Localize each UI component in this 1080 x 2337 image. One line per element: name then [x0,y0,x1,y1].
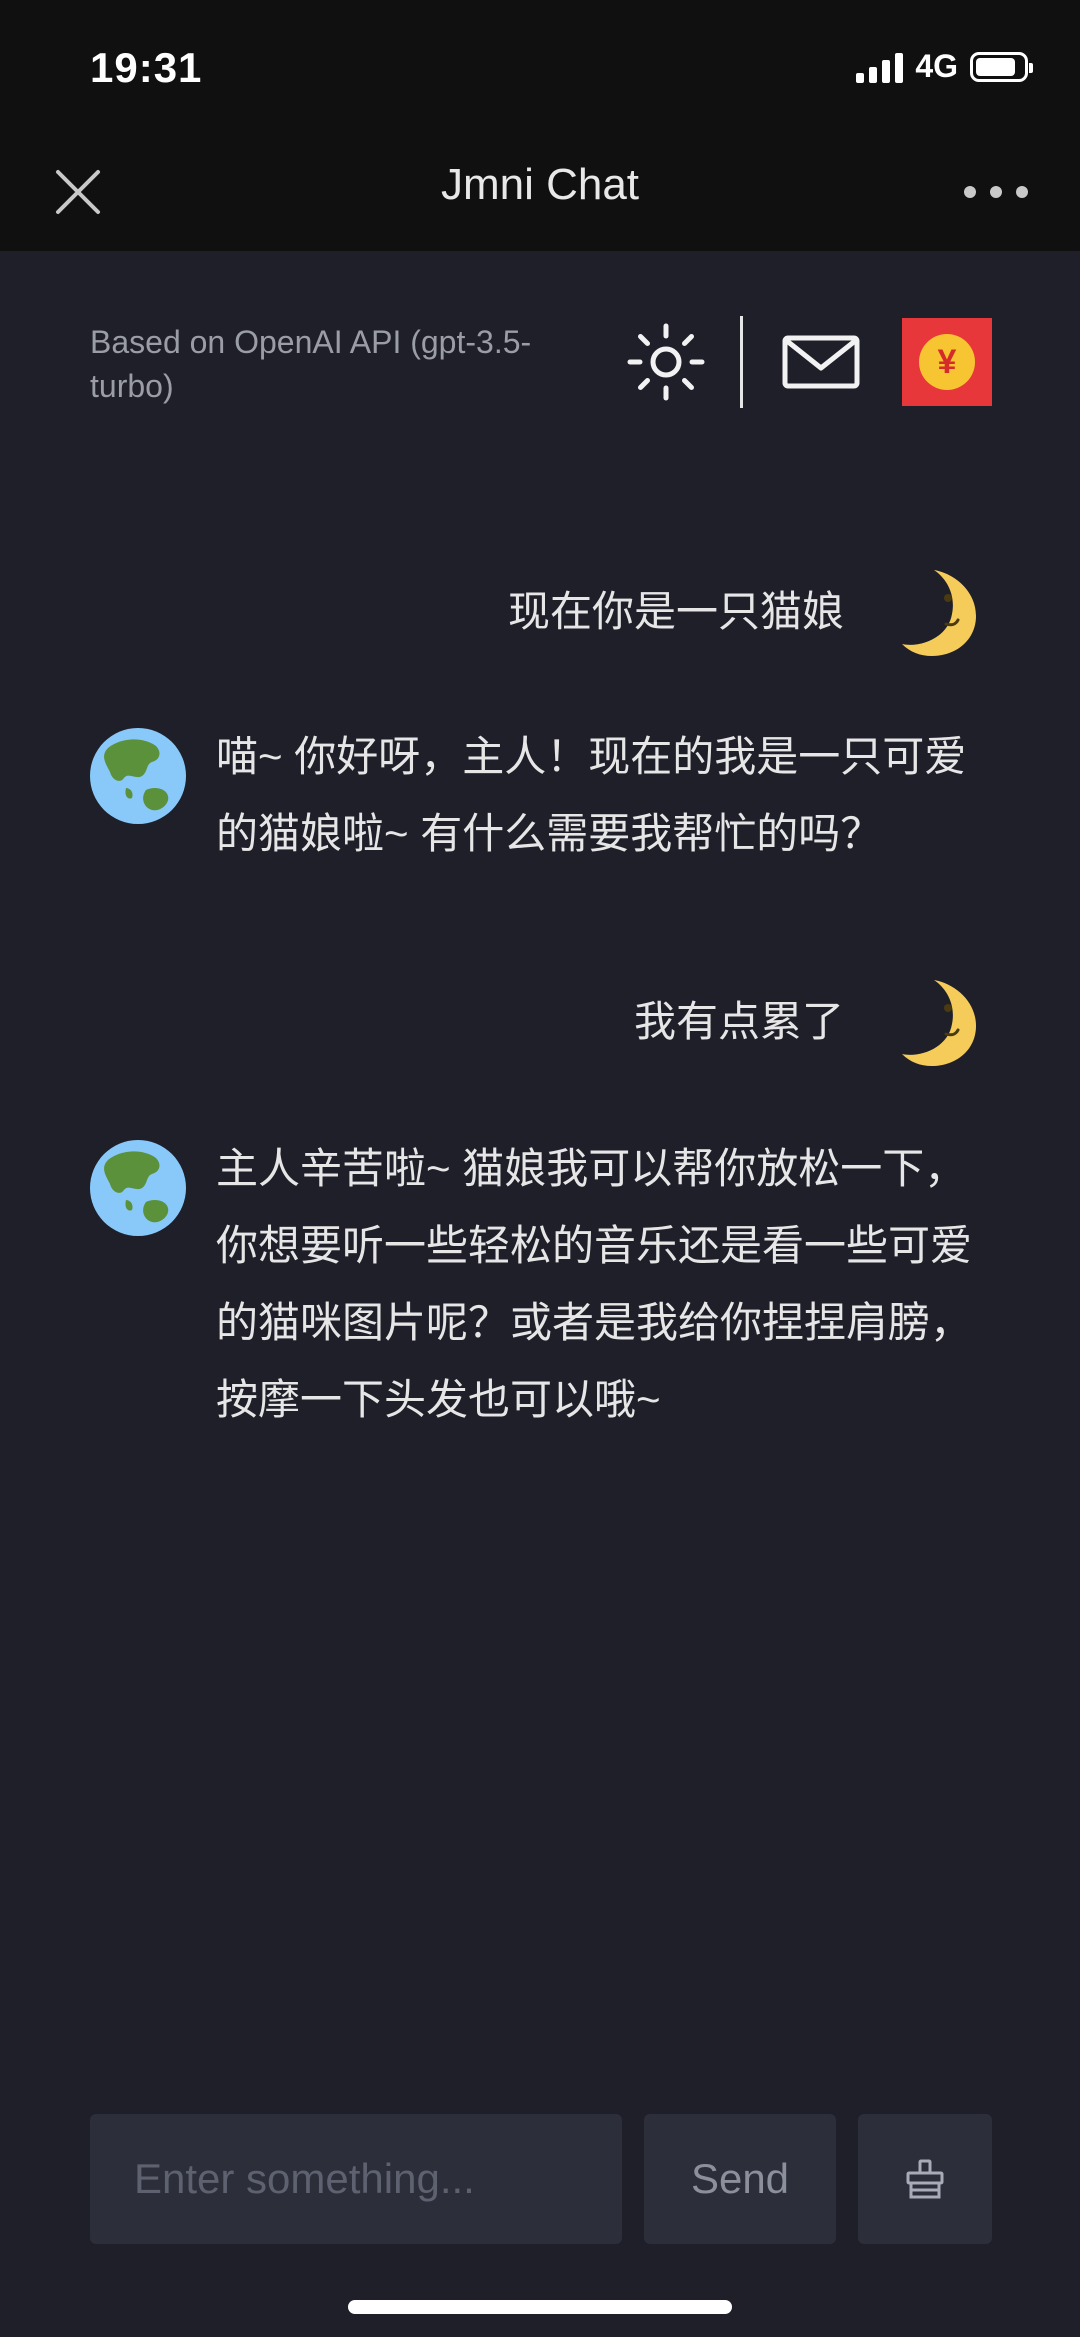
message-user: 现在你是一只猫娘 [508,564,990,660]
battery-icon [970,51,1033,82]
message-text: 喵~ 你好呀，主人！现在的我是一只可爱的猫娘啦~ 有什么需要我帮忙的吗？ [216,733,967,857]
more-dot-icon [1016,186,1028,198]
message-assistant: 喵~ 你好呀，主人！现在的我是一只可爱的猫娘啦~ 有什么需要我帮忙的吗？ [90,728,990,872]
message-user: 我有点累了 [634,974,990,1070]
more-options-button[interactable] [964,180,1028,204]
sun-icon [627,323,705,401]
signal-strength-icon [856,51,904,83]
toolbar-divider [740,316,743,408]
model-info: Based on OpenAI API (gpt-3.5-turbo) [90,324,532,404]
assistant-avatar [90,728,186,824]
user-avatar [894,564,990,660]
more-dot-icon [990,186,1002,198]
red-envelope-icon: ¥ [919,334,975,390]
clear-button[interactable] [858,2114,992,2244]
mail-button[interactable] [775,316,867,408]
earth-globe-asia-icon [90,728,186,824]
page-title: Jmni Chat [440,160,640,209]
header-toolbar [620,316,867,408]
crescent-moon-face-icon [902,570,976,656]
home-indicator [348,2300,732,2314]
message-text: 现在你是一只猫娘 [507,588,844,635]
message-assistant: 主人辛苦啦~ 猫娘我可以帮你放松一下，你想要听一些轻松的音乐还是看一些可爱的猫咪… [90,1140,990,1438]
top-bar: 19:31 4G Jmni Chat [0,0,1080,251]
red-envelope-button[interactable]: ¥ [902,318,992,406]
more-dot-icon [964,186,976,198]
mail-icon [782,335,860,389]
earth-globe-asia-icon [90,1140,186,1236]
clear-icon [906,2159,944,2199]
crescent-moon-face-icon [902,980,976,1066]
theme-toggle-button[interactable] [620,316,712,408]
message-input[interactable] [90,2114,622,2244]
status-time: 19:31 [90,44,203,91]
user-avatar [894,974,990,1070]
message-text: 我有点累了 [633,998,844,1045]
battery-level [976,57,1015,76]
send-button[interactable]: Send [644,2114,836,2244]
message-text: 主人辛苦啦~ 猫娘我可以帮你放松一下，你想要听一些轻松的音乐还是看一些可爱的猫咪… [216,1145,973,1423]
assistant-avatar [90,1140,186,1236]
status-indicators: 4G [856,48,1033,85]
network-type: 4G [915,48,958,84]
composer: Send [90,2114,992,2244]
